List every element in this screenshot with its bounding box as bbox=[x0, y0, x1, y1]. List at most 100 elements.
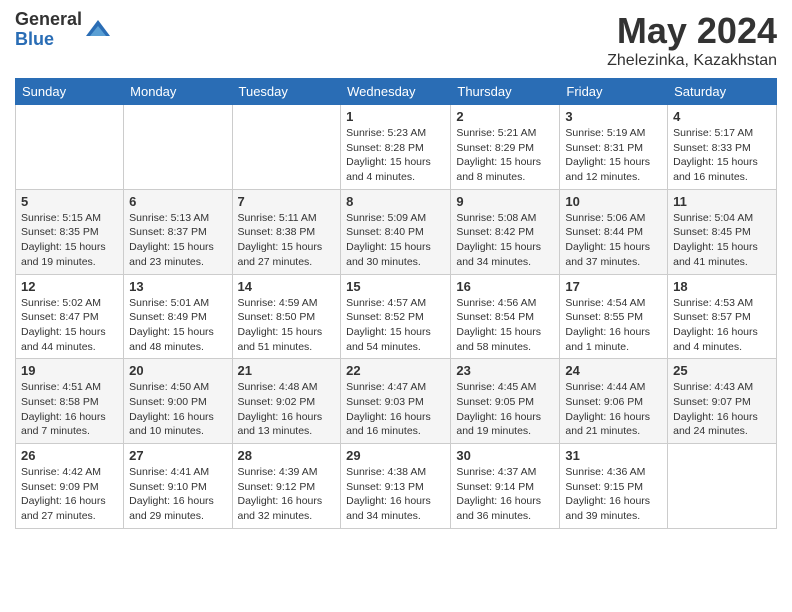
logo-blue: Blue bbox=[15, 30, 82, 50]
day-number: 3 bbox=[565, 109, 662, 124]
day-number: 9 bbox=[456, 194, 554, 209]
day-info: Sunrise: 4:41 AMSunset: 9:10 PMDaylight:… bbox=[129, 465, 226, 524]
day-number: 13 bbox=[129, 279, 226, 294]
day-info: Sunrise: 5:06 AMSunset: 8:44 PMDaylight:… bbox=[565, 211, 662, 270]
day-info: Sunrise: 4:56 AMSunset: 8:54 PMDaylight:… bbox=[456, 296, 554, 355]
day-info: Sunrise: 4:37 AMSunset: 9:14 PMDaylight:… bbox=[456, 465, 554, 524]
header-row: Sunday Monday Tuesday Wednesday Thursday… bbox=[16, 79, 777, 105]
day-info: Sunrise: 4:45 AMSunset: 9:05 PMDaylight:… bbox=[456, 380, 554, 439]
day-number: 29 bbox=[346, 448, 445, 463]
day-info: Sunrise: 4:59 AMSunset: 8:50 PMDaylight:… bbox=[238, 296, 336, 355]
week-row-4: 19 Sunrise: 4:51 AMSunset: 8:58 PMDayligh… bbox=[16, 359, 777, 444]
day-cell: 24Sunrise: 4:44 AMSunset: 9:06 PMDayligh… bbox=[560, 359, 668, 444]
week-row-3: 12 Sunrise: 5:02 AMSunset: 8:47 PMDayligh… bbox=[16, 274, 777, 359]
day-cell: 8Sunrise: 5:09 AMSunset: 8:40 PMDaylight… bbox=[341, 189, 451, 274]
day-info: Sunrise: 5:15 AMSunset: 8:35 PMDaylight:… bbox=[21, 211, 118, 270]
day-info: Sunrise: 5:13 AMSunset: 8:37 PMDaylight:… bbox=[129, 211, 226, 270]
day-number: 6 bbox=[129, 194, 226, 209]
day-number: 26 bbox=[21, 448, 118, 463]
col-saturday: Saturday bbox=[668, 79, 777, 105]
day-info: Sunrise: 5:02 AMSunset: 8:47 PMDaylight:… bbox=[21, 296, 118, 355]
day-cell: 13 Sunrise: 5:01 AMSunset: 8:49 PMDayligh… bbox=[124, 274, 232, 359]
day-cell: 15 Sunrise: 4:57 AMSunset: 8:52 PMDayligh… bbox=[341, 274, 451, 359]
day-number: 4 bbox=[673, 109, 771, 124]
day-number: 18 bbox=[673, 279, 771, 294]
page: General Blue May 2024 Zhelezinka, Kazakh… bbox=[0, 0, 792, 612]
day-cell: 17 Sunrise: 4:54 AMSunset: 8:55 PMDayligh… bbox=[560, 274, 668, 359]
day-info: Sunrise: 4:57 AMSunset: 8:52 PMDaylight:… bbox=[346, 296, 445, 355]
day-number: 8 bbox=[346, 194, 445, 209]
title-area: May 2024 Zhelezinka, Kazakhstan bbox=[607, 10, 777, 70]
day-number: 23 bbox=[456, 363, 554, 378]
day-cell bbox=[668, 444, 777, 529]
day-cell: 12 Sunrise: 5:02 AMSunset: 8:47 PMDayligh… bbox=[16, 274, 124, 359]
day-number: 31 bbox=[565, 448, 662, 463]
day-cell: 7 Sunrise: 5:11 AMSunset: 8:38 PMDaylight… bbox=[232, 189, 341, 274]
day-number: 7 bbox=[238, 194, 336, 209]
day-info: Sunrise: 5:21 AMSunset: 8:29 PMDaylight:… bbox=[456, 126, 554, 185]
day-cell: 27Sunrise: 4:41 AMSunset: 9:10 PMDayligh… bbox=[124, 444, 232, 529]
logo-text: General Blue bbox=[15, 10, 82, 50]
day-number: 15 bbox=[346, 279, 445, 294]
day-number: 22 bbox=[346, 363, 445, 378]
logo-area: General Blue bbox=[15, 10, 112, 50]
day-info: Sunrise: 4:48 AMSunset: 9:02 PMDaylight:… bbox=[238, 380, 336, 439]
col-wednesday: Wednesday bbox=[341, 79, 451, 105]
day-info: Sunrise: 4:39 AMSunset: 9:12 PMDaylight:… bbox=[238, 465, 336, 524]
calendar-table: Sunday Monday Tuesday Wednesday Thursday… bbox=[15, 78, 777, 529]
day-number: 1 bbox=[346, 109, 445, 124]
day-number: 17 bbox=[565, 279, 662, 294]
day-cell: 19 Sunrise: 4:51 AMSunset: 8:58 PMDayligh… bbox=[16, 359, 124, 444]
day-cell: 28Sunrise: 4:39 AMSunset: 9:12 PMDayligh… bbox=[232, 444, 341, 529]
week-row-1: 1 Sunrise: 5:23 AMSunset: 8:28 PMDaylight… bbox=[16, 105, 777, 190]
day-info: Sunrise: 4:47 AMSunset: 9:03 PMDaylight:… bbox=[346, 380, 445, 439]
day-cell: 31 Sunrise: 4:36 AMSunset: 9:15 PMDayligh… bbox=[560, 444, 668, 529]
col-friday: Friday bbox=[560, 79, 668, 105]
day-number: 10 bbox=[565, 194, 662, 209]
day-info: Sunrise: 5:23 AMSunset: 8:28 PMDaylight:… bbox=[346, 126, 445, 185]
day-info: Sunrise: 4:44 AMSunset: 9:06 PMDaylight:… bbox=[565, 380, 662, 439]
day-info: Sunrise: 5:11 AMSunset: 8:38 PMDaylight:… bbox=[238, 211, 336, 270]
day-cell: 3 Sunrise: 5:19 AMSunset: 8:31 PMDaylight… bbox=[560, 105, 668, 190]
col-tuesday: Tuesday bbox=[232, 79, 341, 105]
day-cell: 5Sunrise: 5:15 AMSunset: 8:35 PMDaylight… bbox=[16, 189, 124, 274]
day-number: 11 bbox=[673, 194, 771, 209]
day-cell: 2 Sunrise: 5:21 AMSunset: 8:29 PMDaylight… bbox=[451, 105, 560, 190]
day-number: 12 bbox=[21, 279, 118, 294]
day-cell: 29Sunrise: 4:38 AMSunset: 9:13 PMDayligh… bbox=[341, 444, 451, 529]
day-cell: 30 Sunrise: 4:37 AMSunset: 9:14 PMDayligh… bbox=[451, 444, 560, 529]
logo-general: General bbox=[15, 10, 82, 30]
day-number: 2 bbox=[456, 109, 554, 124]
day-info: Sunrise: 4:43 AMSunset: 9:07 PMDaylight:… bbox=[673, 380, 771, 439]
week-row-2: 5Sunrise: 5:15 AMSunset: 8:35 PMDaylight… bbox=[16, 189, 777, 274]
day-info: Sunrise: 4:54 AMSunset: 8:55 PMDaylight:… bbox=[565, 296, 662, 355]
day-number: 30 bbox=[456, 448, 554, 463]
day-info: Sunrise: 5:08 AMSunset: 8:42 PMDaylight:… bbox=[456, 211, 554, 270]
day-cell: 14Sunrise: 4:59 AMSunset: 8:50 PMDayligh… bbox=[232, 274, 341, 359]
day-cell: 10 Sunrise: 5:06 AMSunset: 8:44 PMDayligh… bbox=[560, 189, 668, 274]
day-info: Sunrise: 4:42 AMSunset: 9:09 PMDaylight:… bbox=[21, 465, 118, 524]
day-info: Sunrise: 4:50 AMSunset: 9:00 PMDaylight:… bbox=[129, 380, 226, 439]
day-info: Sunrise: 5:19 AMSunset: 8:31 PMDaylight:… bbox=[565, 126, 662, 185]
day-info: Sunrise: 5:17 AMSunset: 8:33 PMDaylight:… bbox=[673, 126, 771, 185]
day-cell: 6 Sunrise: 5:13 AMSunset: 8:37 PMDaylight… bbox=[124, 189, 232, 274]
day-cell: 9 Sunrise: 5:08 AMSunset: 8:42 PMDaylight… bbox=[451, 189, 560, 274]
day-cell: 1 Sunrise: 5:23 AMSunset: 8:28 PMDaylight… bbox=[341, 105, 451, 190]
day-cell: 21 Sunrise: 4:48 AMSunset: 9:02 PMDayligh… bbox=[232, 359, 341, 444]
day-number: 25 bbox=[673, 363, 771, 378]
day-number: 16 bbox=[456, 279, 554, 294]
day-info: Sunrise: 5:01 AMSunset: 8:49 PMDaylight:… bbox=[129, 296, 226, 355]
day-info: Sunrise: 4:51 AMSunset: 8:58 PMDaylight:… bbox=[21, 380, 118, 439]
day-number: 21 bbox=[238, 363, 336, 378]
day-info: Sunrise: 4:36 AMSunset: 9:15 PMDaylight:… bbox=[565, 465, 662, 524]
day-cell: 20Sunrise: 4:50 AMSunset: 9:00 PMDayligh… bbox=[124, 359, 232, 444]
day-cell: 4 Sunrise: 5:17 AMSunset: 8:33 PMDaylight… bbox=[668, 105, 777, 190]
day-cell: 16 Sunrise: 4:56 AMSunset: 8:54 PMDayligh… bbox=[451, 274, 560, 359]
logo-icon bbox=[84, 16, 112, 44]
day-info: Sunrise: 5:04 AMSunset: 8:45 PMDaylight:… bbox=[673, 211, 771, 270]
col-monday: Monday bbox=[124, 79, 232, 105]
day-cell bbox=[232, 105, 341, 190]
day-number: 19 bbox=[21, 363, 118, 378]
day-cell: 11 Sunrise: 5:04 AMSunset: 8:45 PMDayligh… bbox=[668, 189, 777, 274]
day-cell: 23 Sunrise: 4:45 AMSunset: 9:05 PMDayligh… bbox=[451, 359, 560, 444]
